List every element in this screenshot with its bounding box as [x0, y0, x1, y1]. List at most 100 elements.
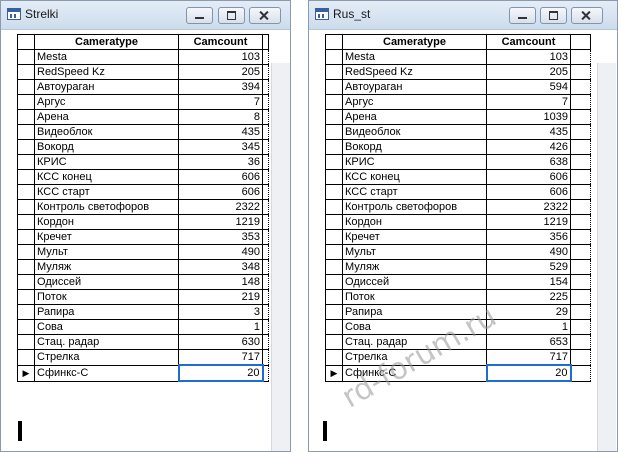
row-indicator[interactable]	[325, 139, 343, 155]
cameratype-cell[interactable]: КСС старт	[342, 184, 487, 200]
row-indicator[interactable]	[17, 169, 35, 185]
table-row[interactable]: КРИС 36	[17, 154, 269, 170]
vertical-scrollbar[interactable]	[271, 63, 290, 451]
table-row[interactable]: Муляж 529	[325, 259, 591, 275]
camcount-cell[interactable]: 717	[178, 349, 263, 366]
cameratype-cell[interactable]: Муляж	[34, 259, 179, 275]
cameratype-cell[interactable]: Кречет	[342, 229, 487, 245]
row-indicator[interactable]	[17, 349, 35, 366]
table-row[interactable]: Мульт 490	[17, 244, 269, 260]
cameratype-cell[interactable]: Видеоблок	[34, 124, 179, 140]
camcount-cell[interactable]: 205	[178, 64, 263, 80]
table-row[interactable]: Сова 1	[17, 319, 269, 335]
row-indicator[interactable]	[325, 79, 343, 95]
camcount-cell[interactable]: 348	[178, 259, 263, 275]
cameratype-cell[interactable]: Мульт	[34, 244, 179, 260]
camcount-cell[interactable]: 529	[486, 259, 571, 275]
column-header-cameratype[interactable]: Cameratype	[34, 34, 179, 50]
cameratype-cell[interactable]: Арена	[342, 109, 487, 125]
cameratype-cell[interactable]: Контроль светофоров	[342, 199, 487, 215]
close-button[interactable]	[571, 7, 603, 24]
cameratype-cell[interactable]: Контроль светофоров	[34, 199, 179, 215]
camcount-cell[interactable]: 36	[178, 154, 263, 170]
table-row[interactable]: RedSpeed Kz 205	[17, 64, 269, 80]
table-row[interactable]: Контроль светофоров 2322	[17, 199, 269, 215]
cameratype-cell[interactable]: Поток	[342, 289, 487, 305]
table-row[interactable]: Mesta 103	[17, 49, 269, 65]
row-indicator[interactable]	[325, 184, 343, 200]
camcount-cell[interactable]: 490	[178, 244, 263, 260]
current-row-indicator[interactable]: ▶	[325, 364, 343, 382]
row-indicator[interactable]	[17, 289, 35, 305]
current-row-indicator[interactable]: ▶	[17, 364, 35, 382]
row-indicator[interactable]	[17, 124, 35, 140]
row-indicator[interactable]	[325, 289, 343, 305]
cameratype-cell[interactable]: Автоураган	[34, 79, 179, 95]
row-indicator[interactable]	[325, 169, 343, 185]
camcount-cell[interactable]: 594	[486, 79, 571, 95]
table-row[interactable]: Автоураган 394	[17, 79, 269, 95]
row-indicator[interactable]	[325, 349, 343, 366]
cameratype-cell[interactable]: Вокорд	[34, 139, 179, 155]
maximize-button[interactable]	[540, 7, 567, 24]
cameratype-cell[interactable]: Поток	[34, 289, 179, 305]
table-row[interactable]: Вокорд 345	[17, 139, 269, 155]
camcount-cell[interactable]: 653	[486, 334, 571, 350]
table-row[interactable]: Стац. радар 653	[325, 334, 591, 350]
row-indicator[interactable]	[17, 319, 35, 335]
cameratype-cell[interactable]: Кордон	[342, 214, 487, 230]
cameratype-cell[interactable]: Стрелка	[342, 349, 487, 366]
camcount-cell[interactable]: 1	[486, 319, 571, 335]
cameratype-cell[interactable]: Сфинкс-С	[342, 364, 487, 382]
row-indicator[interactable]	[17, 154, 35, 170]
table-row[interactable]: Стрелка 717	[17, 349, 269, 366]
table-row[interactable]: RedSpeed Kz 205	[325, 64, 591, 80]
cameratype-cell[interactable]: Автоураган	[342, 79, 487, 95]
camcount-cell[interactable]: 426	[486, 139, 571, 155]
column-header-camcount[interactable]: Camcount	[486, 34, 571, 50]
row-indicator[interactable]	[17, 334, 35, 350]
camcount-cell[interactable]: 154	[486, 274, 571, 290]
cameratype-cell[interactable]: КРИС	[34, 154, 179, 170]
camcount-cell[interactable]: 2322	[486, 199, 571, 215]
cameratype-cell[interactable]: Муляж	[342, 259, 487, 275]
row-indicator[interactable]	[325, 259, 343, 275]
row-indicator[interactable]	[17, 109, 35, 125]
row-indicator[interactable]	[325, 319, 343, 335]
cameratype-cell[interactable]: Кречет	[34, 229, 179, 245]
row-indicator[interactable]	[17, 139, 35, 155]
table-row[interactable]: Арена 1039	[325, 109, 591, 125]
cameratype-cell[interactable]: КСС конец	[34, 169, 179, 185]
cameratype-cell[interactable]: Mesta	[342, 49, 487, 65]
cameratype-cell[interactable]: Mesta	[34, 49, 179, 65]
table-row[interactable]: Аргус 7	[17, 94, 269, 110]
row-indicator[interactable]	[17, 64, 35, 80]
camcount-cell[interactable]: 435	[486, 124, 571, 140]
table-row[interactable]: КСС старт 606	[325, 184, 591, 200]
cameratype-cell[interactable]: Сфинкс-С	[34, 364, 179, 382]
table-row[interactable]: Кордон 1219	[17, 214, 269, 230]
table-row[interactable]: Рапира 3	[17, 304, 269, 320]
camcount-cell[interactable]: 219	[178, 289, 263, 305]
table-row[interactable]: Рапира 29	[325, 304, 591, 320]
row-indicator[interactable]	[17, 229, 35, 245]
camcount-cell[interactable]: 435	[178, 124, 263, 140]
table-row[interactable]: Аргус 7	[325, 94, 591, 110]
table-row[interactable]: ▶ Сфинкс-С 20	[17, 364, 269, 382]
close-button[interactable]	[249, 7, 281, 24]
cameratype-cell[interactable]: RedSpeed Kz	[342, 64, 487, 80]
table-row[interactable]: Арена 8	[17, 109, 269, 125]
row-indicator[interactable]	[17, 184, 35, 200]
table-row[interactable]: Одиссей 154	[325, 274, 591, 290]
camcount-cell[interactable]: 103	[178, 49, 263, 65]
table-row[interactable]: Муляж 348	[17, 259, 269, 275]
table-row[interactable]: Стрелка 717	[325, 349, 591, 366]
cameratype-cell[interactable]: Рапира	[34, 304, 179, 320]
row-indicator[interactable]	[325, 199, 343, 215]
table-row[interactable]: Кречет 356	[325, 229, 591, 245]
camcount-cell[interactable]: 103	[486, 49, 571, 65]
row-indicator[interactable]	[325, 64, 343, 80]
camcount-cell[interactable]: 394	[178, 79, 263, 95]
camcount-cell[interactable]: 638	[486, 154, 571, 170]
table-row[interactable]: Автоураган 594	[325, 79, 591, 95]
